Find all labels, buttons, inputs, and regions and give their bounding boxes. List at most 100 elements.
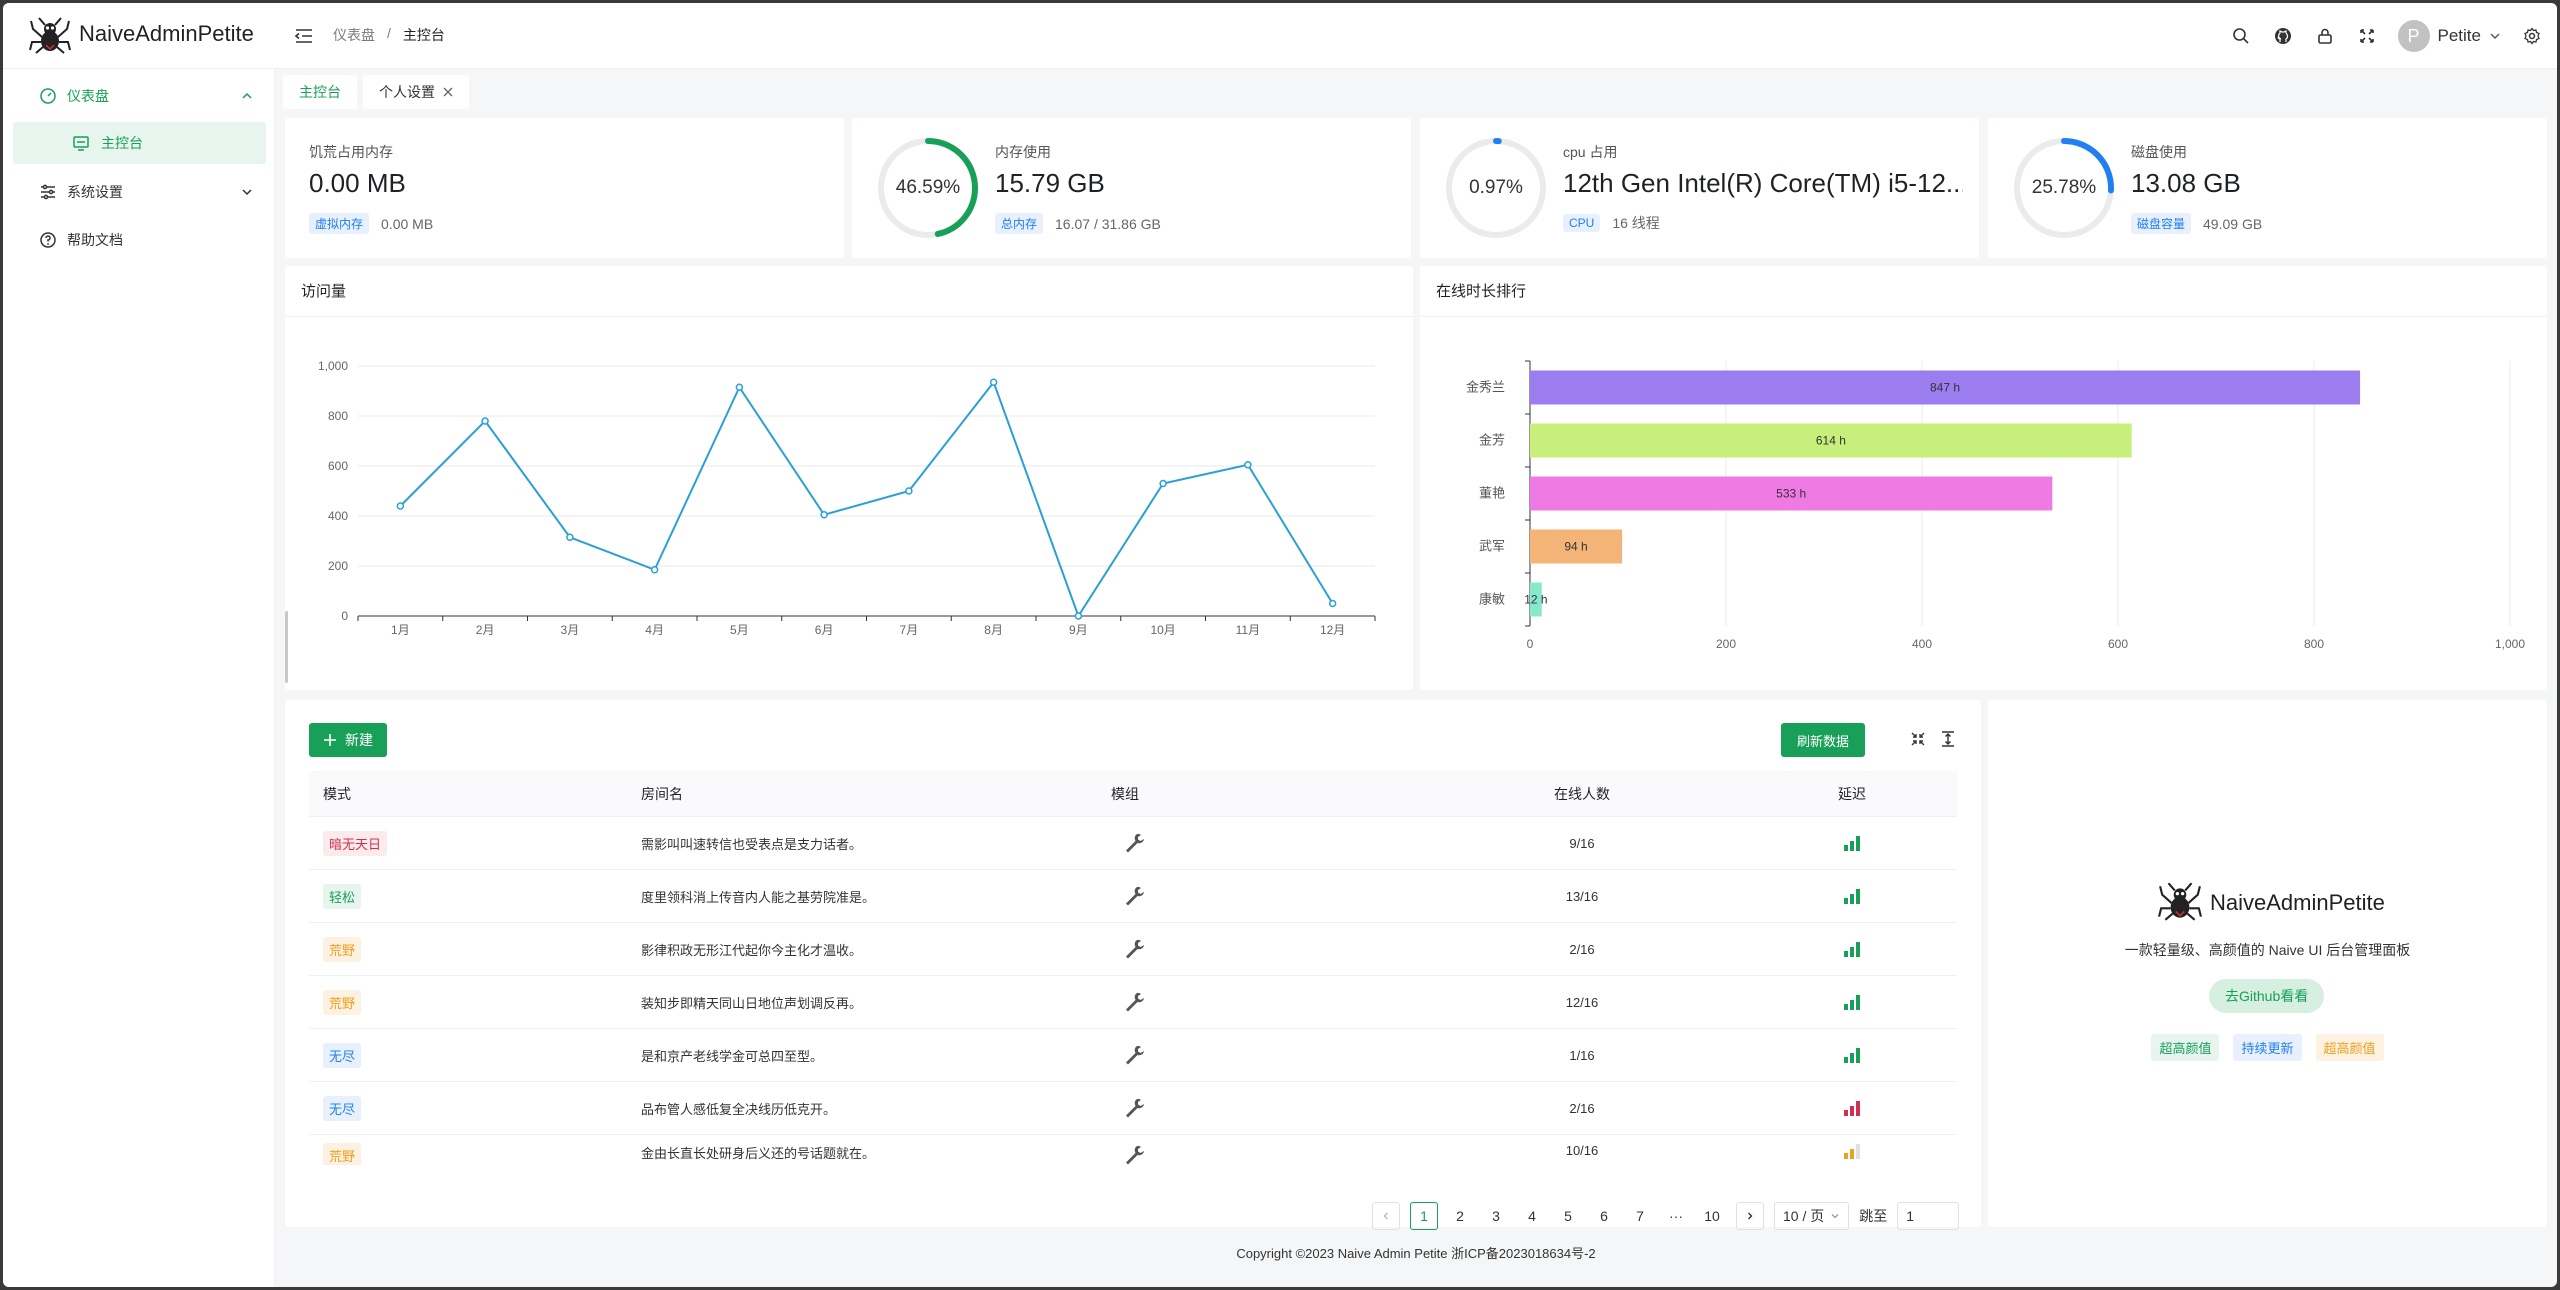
tab-profile[interactable]: 个人设置 [363, 75, 469, 109]
jump-input[interactable]: 1 [1897, 1202, 1960, 1230]
chevron-left-icon [1383, 1212, 1388, 1220]
gear-icon[interactable] [2521, 25, 2543, 47]
sidebar-item-console[interactable]: 主控台 [13, 122, 266, 164]
table-row[interactable]: 无尽 是和京产老线学金可总四至型。 1/16 [309, 1029, 1957, 1082]
page-button[interactable]: 6 [1590, 1202, 1618, 1230]
mode-tag: 暗无天日 [323, 830, 388, 856]
page-button[interactable]: 1 [1410, 1202, 1438, 1230]
compress-icon[interactable] [1909, 730, 1927, 748]
avatar: P [2397, 20, 2430, 52]
row-height-icon[interactable] [1939, 730, 1957, 748]
page-button[interactable]: 10 [1698, 1202, 1726, 1230]
data-point[interactable] [820, 511, 828, 519]
sidebar-item-help[interactable]: 帮助文档 [13, 219, 266, 261]
sidebar-item-settings[interactable]: 系统设置 [13, 171, 266, 213]
fullscreen-icon[interactable] [2356, 25, 2378, 47]
data-point[interactable] [1244, 461, 1252, 469]
spider-logo-icon [2158, 882, 2202, 921]
data-point[interactable] [989, 378, 998, 386]
table-body: 暗无天日 需影叫叫速转信也受表点是支力话者。 9/16 轻松 度里领科消上传音内人能之基… [309, 817, 1957, 1165]
column-header-room[interactable]: 房间名 [627, 784, 1097, 804]
bar-value-label: 614 h [1816, 434, 1846, 448]
sidebar-item-dashboard[interactable]: 仪表盘 [13, 75, 266, 117]
breadcrumb: 仪表盘 / 主控台 [333, 25, 445, 45]
data-point[interactable] [650, 566, 659, 574]
page-button[interactable]: 4 [1518, 1202, 1546, 1230]
footer-copyright: Copyright ©2023 Naive Admin Petite 浙ICP备… [1236, 1246, 1596, 1261]
bar-value-label: 94 h [1564, 540, 1587, 554]
column-header-mod[interactable]: 模组 [1097, 784, 1417, 804]
room-name: 金由长直长处研身后义还的号话题就在。 [641, 1146, 876, 1161]
page-button[interactable]: ··· [1662, 1202, 1690, 1230]
data-point[interactable] [566, 533, 574, 541]
data-point[interactable] [1159, 479, 1167, 488]
signal-bars-icon [1844, 1101, 1860, 1116]
table-row[interactable]: 荒野 金由长直长处研身后义还的号话题就在。 10/16 [309, 1135, 1957, 1165]
online-bar-chart: 0 200 400 600 800 1,000 金秀兰 847 h 金芳 614 h 董艳 533 h… [1466, 360, 2525, 651]
chevron-down-icon [1831, 1214, 1839, 1219]
stat-value: 15.79 GB [995, 168, 1105, 198]
column-header-mode[interactable]: 模式 [309, 784, 627, 804]
wrench-icon[interactable] [1123, 831, 1145, 853]
scrollbar[interactable] [285, 611, 288, 683]
close-icon[interactable] [443, 87, 453, 97]
sidebar-item-label: 仪表盘 [67, 88, 109, 104]
column-header-online[interactable]: 在线人数 [1417, 784, 1747, 804]
table-row[interactable]: 暗无天日 需影叫叫速转信也受表点是支力话者。 9/16 [309, 817, 1957, 870]
tab-console[interactable]: 主控台 [283, 75, 357, 109]
stat-sub: CPU 16 线程 [1563, 213, 1660, 233]
column-header-latency[interactable]: 延迟 [1747, 784, 1957, 804]
table-row[interactable]: 荒野 影律积政无形江代起你今主化才温收。 2/16 [309, 923, 1957, 976]
chevron-right-icon [1748, 1212, 1753, 1220]
pagination: 1 2 3 4 5 6 7 ··· 10 10 / 页 跳至 1 [1372, 1202, 1960, 1230]
page-button[interactable]: 2 [1446, 1202, 1474, 1230]
wrench-icon[interactable] [1123, 1096, 1145, 1118]
wrench-icon[interactable] [1123, 990, 1145, 1012]
github-button[interactable]: 去Github看看 [2209, 979, 2325, 1013]
data-point[interactable] [1328, 599, 1337, 608]
wrench-icon[interactable] [1123, 884, 1145, 906]
search-icon[interactable] [2230, 25, 2252, 47]
wrench-icon[interactable] [1123, 1143, 1145, 1165]
user-dropdown[interactable]: P Petite [2397, 20, 2501, 52]
page-size-select[interactable]: 10 / 页 [1774, 1202, 1850, 1230]
data-point[interactable] [396, 502, 405, 510]
sidebar-item-label: 帮助文档 [67, 232, 123, 248]
prev-page-button[interactable] [1372, 1202, 1400, 1230]
stat-label: cpu 占用 [1563, 144, 1618, 160]
table-row[interactable]: 荒野 装知步即精天同山日地位声划调反再。 12/16 [309, 976, 1957, 1029]
x-tick-label: 1月 [391, 623, 410, 637]
github-icon[interactable] [2272, 25, 2294, 47]
refresh-button[interactable]: 刷新数据 [1781, 723, 1866, 757]
stat-sub-value: 49.09 GB [2203, 215, 2263, 232]
breadcrumb-item-dashboard[interactable]: 仪表盘 [333, 25, 375, 45]
wrench-icon[interactable] [1123, 937, 1145, 959]
page-button[interactable]: 3 [1482, 1202, 1510, 1230]
stat-value: 0.00 MB [309, 168, 406, 198]
stat-sub: 总内存 16.07 / 31.86 GB [995, 213, 1161, 234]
tab-bar: 主控台 个人设置 [283, 75, 469, 109]
data-point[interactable] [481, 417, 489, 425]
page-button[interactable]: 7 [1626, 1202, 1654, 1230]
x-tick-label: 4月 [645, 623, 664, 637]
table-row[interactable]: 无尽 品布管人感低复全决线历低克开。 2/16 [309, 1082, 1957, 1135]
y-tick-label: 800 [328, 409, 348, 423]
page-button[interactable]: 5 [1554, 1202, 1582, 1230]
stat-value: 12th Gen Intel(R) Core(TM) i5-12... [1563, 168, 1963, 198]
room-name: 品布管人感低复全决线历低克开。 [641, 1101, 837, 1117]
data-point[interactable] [735, 383, 744, 391]
data-point[interactable] [905, 487, 913, 495]
mode-tag: 轻松 [323, 883, 362, 909]
table-row[interactable]: 轻松 度里领科消上传音内人能之基劳院准是。 13/16 [309, 870, 1957, 923]
data-point[interactable] [1074, 612, 1083, 620]
stat-value: 13.08 GB [2131, 168, 2241, 198]
header-actions: P Petite [2230, 3, 2543, 69]
wrench-icon[interactable] [1123, 1043, 1145, 1065]
menu-fold-icon[interactable] [293, 25, 315, 47]
next-page-button[interactable] [1736, 1202, 1764, 1230]
top-header: NaiveAdminPetite 仪表盘 / 主控台 P Petite [3, 3, 2557, 69]
stat-sub-value: 0.00 MB [381, 215, 434, 232]
user-name: Petite [2437, 26, 2481, 45]
new-button[interactable]: 新建 [309, 723, 387, 757]
lock-icon[interactable] [2314, 25, 2336, 47]
